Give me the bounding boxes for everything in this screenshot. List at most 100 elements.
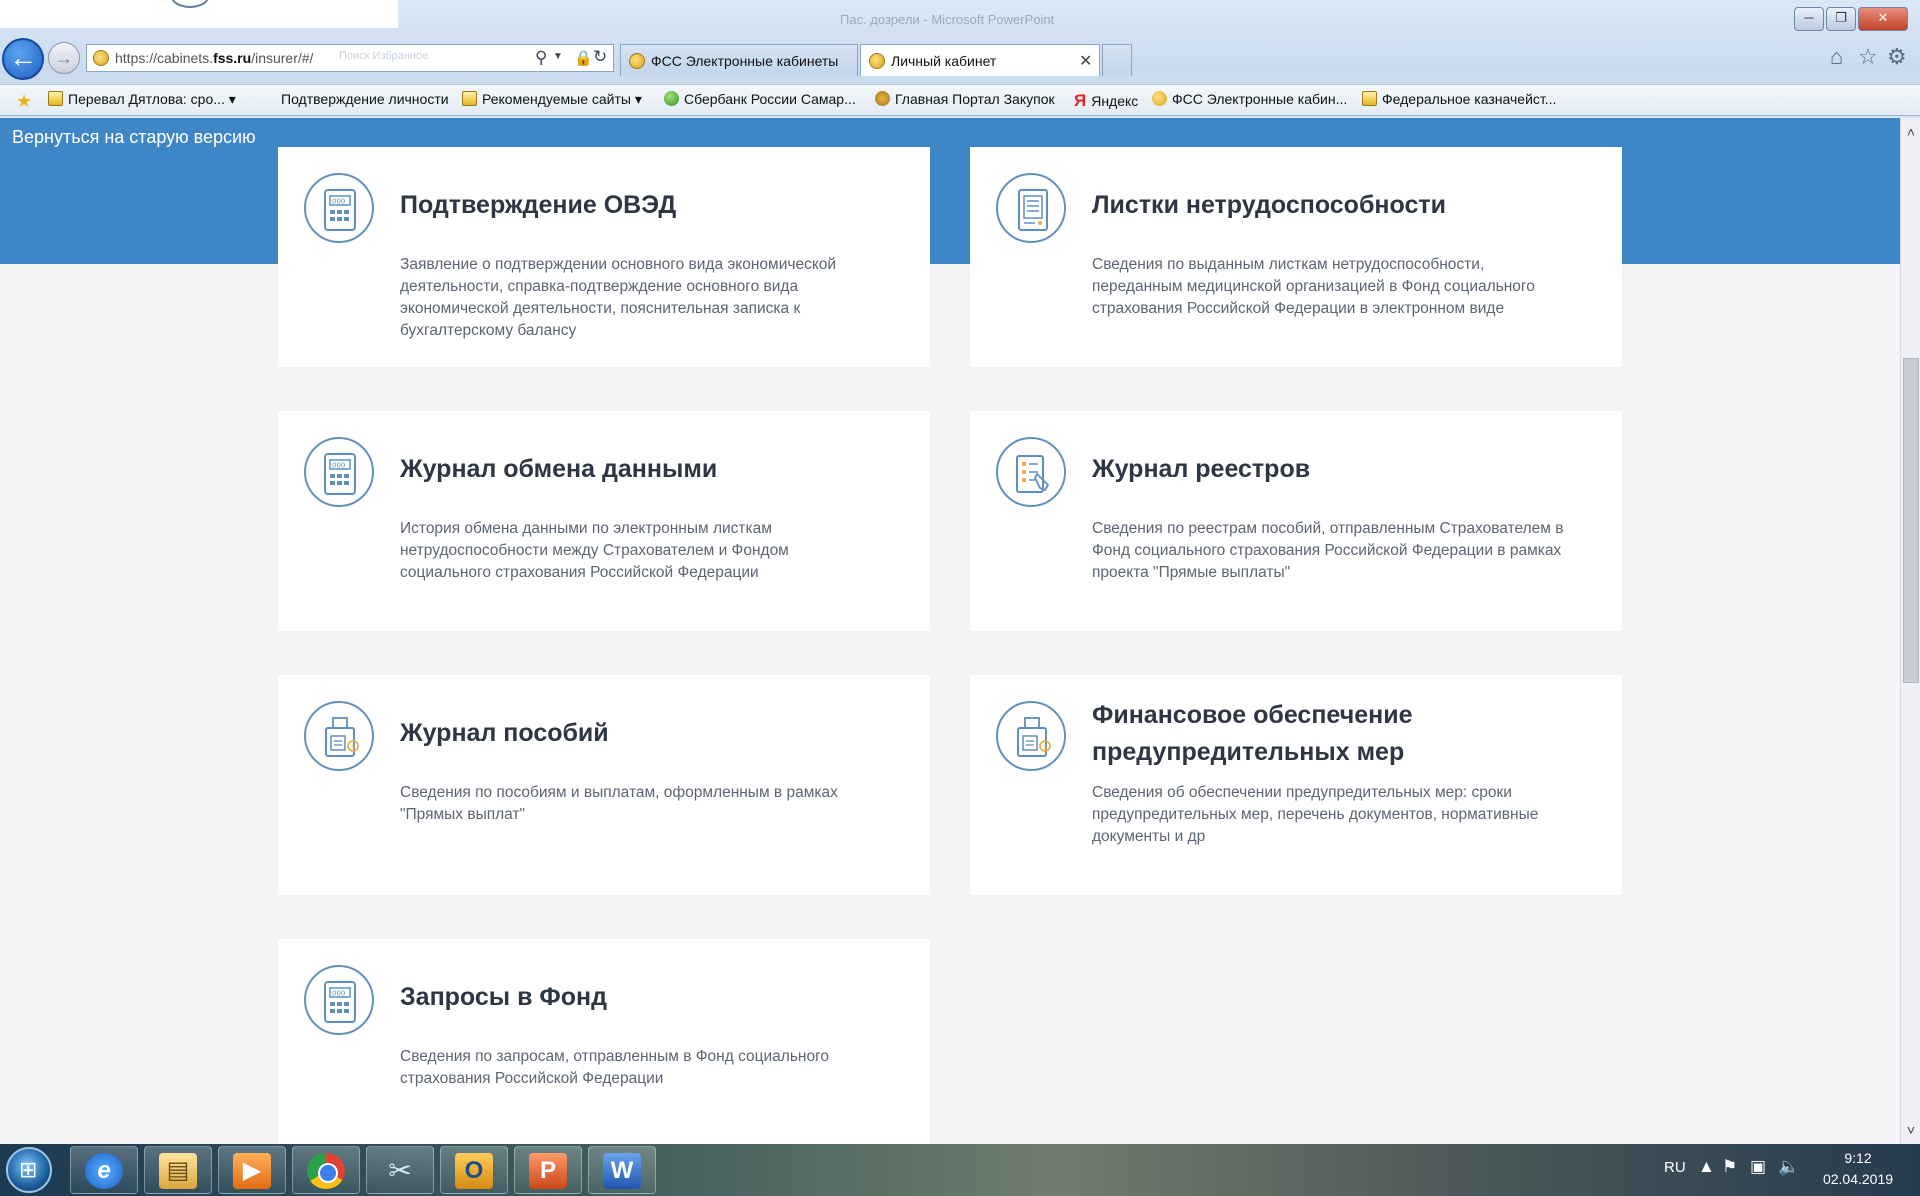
url-domain: fss.ru xyxy=(213,50,252,66)
card-description: Сведения по пособиям и выплатам, оформле… xyxy=(400,784,838,823)
settings-gear-icon[interactable]: ⚙ xyxy=(1887,44,1907,70)
favorite-treasury[interactable]: Федеральное казначейст... xyxy=(1362,91,1556,107)
background-logo-fragment xyxy=(0,0,398,28)
fss-tab-icon xyxy=(869,53,885,69)
back-arrow-icon: ← xyxy=(9,42,37,73)
card-benefits-log[interactable]: $ Журнал пособий Сведения по пособиям и … xyxy=(278,675,930,895)
window-title: Пас. дозрели - Microsoft PowerPoint xyxy=(840,12,1055,27)
forward-arrow-icon: → xyxy=(55,48,73,68)
vertical-scrollbar[interactable]: ˄ ˅ xyxy=(1900,118,1920,1144)
action-center-flag-icon[interactable]: ⚑ xyxy=(1722,1157,1737,1177)
address-bar[interactable]: https://cabinets.fss.ru/insurer/#/ Поиск… xyxy=(86,44,614,72)
card-data-exchange-log[interactable]: 000 Журнал обмена данными История обмена… xyxy=(278,411,930,631)
taskbar-word[interactable]: W xyxy=(588,1146,656,1194)
network-icon[interactable]: ▣ xyxy=(1750,1157,1766,1177)
language-indicator[interactable]: RU xyxy=(1664,1159,1686,1176)
home-icon[interactable]: ⌂ xyxy=(1830,44,1843,70)
favorite-yandex[interactable]: Я Яндекс xyxy=(1074,91,1138,111)
add-favorites-icon[interactable]: ★ xyxy=(16,91,32,112)
url-prefix: https://cabinets. xyxy=(115,50,214,66)
taskbar-powerpoint[interactable]: P xyxy=(514,1146,582,1194)
card-title: Листки нетрудоспособности xyxy=(1092,191,1446,219)
windows-taskbar: ⊞ e ▤ ▶ ✂ O P W RU ▲ ⚑ ▣ 🔈 9:12 02.04.20… xyxy=(0,1144,1920,1196)
forward-button[interactable]: → xyxy=(48,42,80,74)
window-title-bar: Пас. дозрели - Microsoft PowerPoint ─ ❐ … xyxy=(0,0,1920,40)
address-url[interactable]: https://cabinets.fss.ru/insurer/#/ xyxy=(115,50,313,66)
tab-label: Личный кабинет xyxy=(891,53,997,69)
registry-pen-icon xyxy=(996,437,1066,507)
dropdown-arrow-icon[interactable]: ▼ xyxy=(553,51,563,62)
finance-printer-icon: $ xyxy=(996,701,1066,771)
new-tab-button[interactable] xyxy=(1102,44,1132,76)
yandex-icon: Я xyxy=(1074,91,1087,110)
taskbar-snipping-tool[interactable]: ✂ xyxy=(366,1146,434,1194)
ie-doc-icon xyxy=(48,91,63,106)
scroll-down-icon[interactable]: ˅ xyxy=(1901,1122,1920,1138)
browser-chrome: Пас. дозрели - Microsoft PowerPoint ─ ❐ … xyxy=(0,0,1920,118)
card-title: Запросы в Фонд xyxy=(400,983,607,1011)
search-icon[interactable]: ⚲ xyxy=(535,48,547,68)
card-description: Заявление о подтверждении основного вида… xyxy=(400,256,837,339)
snipping-tool-icon: ✂ xyxy=(388,1155,412,1186)
word-icon: W xyxy=(603,1153,641,1189)
favorite-dyatlov[interactable]: Перевал Дятлова: сро... ▾ xyxy=(48,91,236,108)
card-title: Журнал реестров xyxy=(1092,455,1311,483)
address-ghost-text: Поиск Избранное xyxy=(339,50,429,62)
card-registry-log[interactable]: Журнал реестров Сведения по реестрам пос… xyxy=(970,411,1622,631)
taskbar-media-player[interactable]: ▶ xyxy=(218,1146,286,1194)
favorite-recommended[interactable]: Рекомендуемые сайты ▾ xyxy=(462,91,642,108)
card-description: Сведения об обеспечении предупредительны… xyxy=(1092,784,1539,845)
clock-date[interactable]: 02.04.2019 xyxy=(1812,1171,1904,1187)
card-description: История обмена данными по электронным ли… xyxy=(400,520,789,581)
page-viewport: Вернуться на старую версию 000 Подтвержд… xyxy=(0,118,1900,1144)
tab-fss-cabinets[interactable]: ФСС Электронные кабинеты xyxy=(620,44,858,76)
card-title: Финансовое обеспечение предупредительных… xyxy=(1092,701,1413,766)
taskbar-outlook[interactable]: O xyxy=(440,1146,508,1194)
start-button[interactable]: ⊞ xyxy=(6,1147,52,1193)
card-preventive-measures-finance[interactable]: $ Финансовое обеспечение предупредительн… xyxy=(970,675,1622,895)
volume-icon[interactable]: 🔈 xyxy=(1778,1157,1799,1177)
favorite-identity[interactable]: Подтверждение личности xyxy=(281,91,449,107)
calculator-document-icon: 000 xyxy=(304,173,374,243)
scroll-up-icon[interactable]: ˄ xyxy=(1901,124,1920,140)
back-button[interactable]: ← xyxy=(2,38,44,80)
close-window-button[interactable]: ✕ xyxy=(1858,7,1908,31)
card-description: Сведения по реестрам пособий, отправленн… xyxy=(1092,520,1564,581)
internet-explorer-icon: e xyxy=(85,1153,123,1189)
chrome-icon xyxy=(307,1153,345,1189)
outlook-icon: O xyxy=(455,1153,493,1189)
scrollbar-thumb[interactable] xyxy=(1903,358,1919,683)
benefits-printer-icon: $ xyxy=(304,701,374,771)
clock-time[interactable]: 9:12 xyxy=(1818,1150,1898,1166)
card-title: Журнал обмена данными xyxy=(400,455,718,483)
taskbar-google-chrome[interactable] xyxy=(292,1146,360,1194)
logo-curve-shape xyxy=(170,0,210,8)
show-hidden-icons-icon[interactable]: ▲ xyxy=(1698,1157,1715,1177)
card-title: Подтверждение ОВЭД xyxy=(400,191,677,219)
taskbar-internet-explorer[interactable]: e xyxy=(70,1146,138,1194)
site-favicon-icon xyxy=(93,50,109,66)
card-ovad-confirmation[interactable]: 000 Подтверждение ОВЭД Заявление о подтв… xyxy=(278,147,930,367)
lock-icon[interactable]: 🔒 xyxy=(574,49,593,67)
favorites-star-icon[interactable]: ☆ xyxy=(1858,44,1878,70)
calculator-document-icon: 000 xyxy=(304,965,374,1035)
favorite-zakupki[interactable]: Главная Портал Закупок xyxy=(875,91,1055,107)
favorite-fss[interactable]: ФСС Электронные кабин... xyxy=(1152,91,1347,107)
taskbar-windows-explorer[interactable]: ▤ xyxy=(144,1146,212,1194)
fss-icon xyxy=(1152,91,1167,106)
sick-leave-document-icon xyxy=(996,173,1066,243)
refresh-icon[interactable]: ↻ xyxy=(593,47,607,67)
ie-doc-icon xyxy=(1362,91,1377,106)
minimize-button[interactable]: ─ xyxy=(1794,7,1824,31)
favorite-sberbank[interactable]: Сбербанк России Самар... xyxy=(664,91,856,107)
card-description: Сведения по выданным листкам нетрудоспос… xyxy=(1092,256,1535,317)
svg-text:000: 000 xyxy=(332,462,345,470)
back-to-old-version-link[interactable]: Вернуться на старую версию xyxy=(12,127,256,148)
svg-text:000: 000 xyxy=(332,198,345,206)
tab-personal-cabinet[interactable]: Личный кабинет ✕ xyxy=(860,44,1100,76)
card-sick-leave[interactable]: Листки нетрудоспособности Сведения по вы… xyxy=(970,147,1622,367)
maximize-button[interactable]: ❐ xyxy=(1826,7,1856,31)
close-tab-icon[interactable]: ✕ xyxy=(1079,51,1092,71)
powerpoint-icon: P xyxy=(529,1153,567,1189)
card-fund-requests[interactable]: 000 Запросы в Фонд Сведения по запросам,… xyxy=(278,939,930,1144)
